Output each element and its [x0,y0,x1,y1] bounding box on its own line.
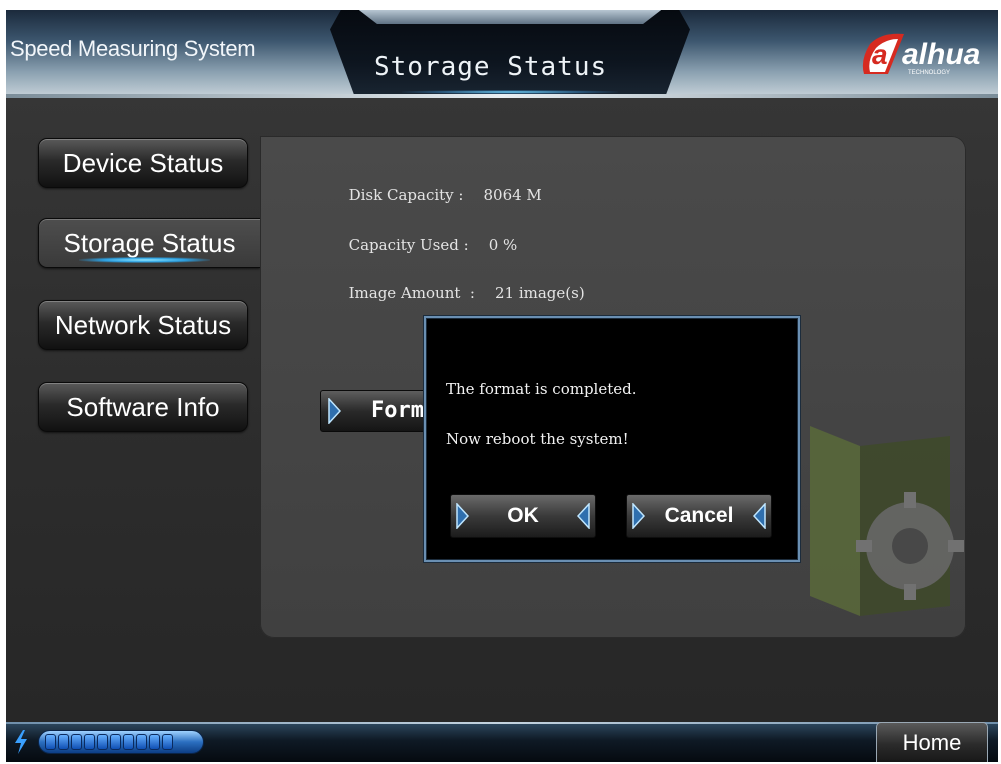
battery-level-bar [38,730,204,754]
battery-segment [97,734,108,750]
nav-device-status[interactable]: Device Status [38,138,248,188]
image-amount-value: 21 image(s) [494,284,585,302]
logo-text: alhua [902,38,980,71]
battery-segment [45,734,56,750]
app-title: Speed Measuring System [10,36,256,61]
folder-gear-icon [810,426,964,616]
capacity-used-label: Capacity Used : [348,236,469,254]
disk-capacity-label: Disk Capacity : [348,186,464,204]
page-title: Storage Status [374,52,608,82]
disk-capacity-row: Disk Capacity : 8064 M [320,168,542,222]
dialog-message-line1: The format is completed. [446,380,637,398]
battery-segment [110,734,121,750]
nav-storage-status-label: Storage Status [63,228,236,258]
nav-software-info[interactable]: Software Info [38,382,248,432]
cancel-button-label: Cancel [664,504,734,527]
nav-network-status-label: Network Status [54,310,232,340]
image-amount-row: Image Amount : 21 image(s) [320,266,585,320]
nav-software-info-label: Software Info [66,392,220,422]
ok-button[interactable]: OK [450,494,596,538]
battery-segment [123,734,134,750]
play-left-icon [577,503,590,529]
screen: Speed Measuring System Storage Status a … [6,10,998,762]
battery-segment [71,734,82,750]
svg-text:a: a [872,39,888,70]
format-complete-dialog: The format is completed. Now reboot the … [424,316,800,562]
play-right-icon [456,503,469,529]
ok-button-label: OK [507,504,539,527]
image-amount-label: Image Amount : [348,284,475,302]
cancel-button[interactable]: Cancel [626,494,772,538]
battery-segment [58,734,69,750]
battery-segment [162,734,173,750]
battery-segment [149,734,160,750]
battery-segment [84,734,95,750]
header-bar: Speed Measuring System Storage Status a … [6,10,998,98]
nav-device-status-label: Device Status [62,148,224,178]
play-left-icon [753,503,766,529]
status-bar [6,722,998,762]
home-button[interactable]: Home [876,722,988,762]
nav-network-status[interactable]: Network Status [38,300,248,350]
battery-segment [136,734,147,750]
capacity-used-value: 0 % [488,236,518,254]
disk-capacity-value: 8064 M [483,186,542,204]
brand-logo: a alhua TECHNOLOGY [862,33,980,76]
logo-subtext: TECHNOLOGY [908,70,950,76]
play-right-icon [632,503,645,529]
dialog-message-line2: Now reboot the system! [446,430,629,448]
lightning-bolt-icon [15,730,27,754]
play-right-icon [328,398,341,424]
nav-storage-status[interactable]: Storage Status [38,218,260,268]
capacity-used-row: Capacity Used : 0 % [320,218,518,272]
home-button-label: Home [902,730,962,755]
